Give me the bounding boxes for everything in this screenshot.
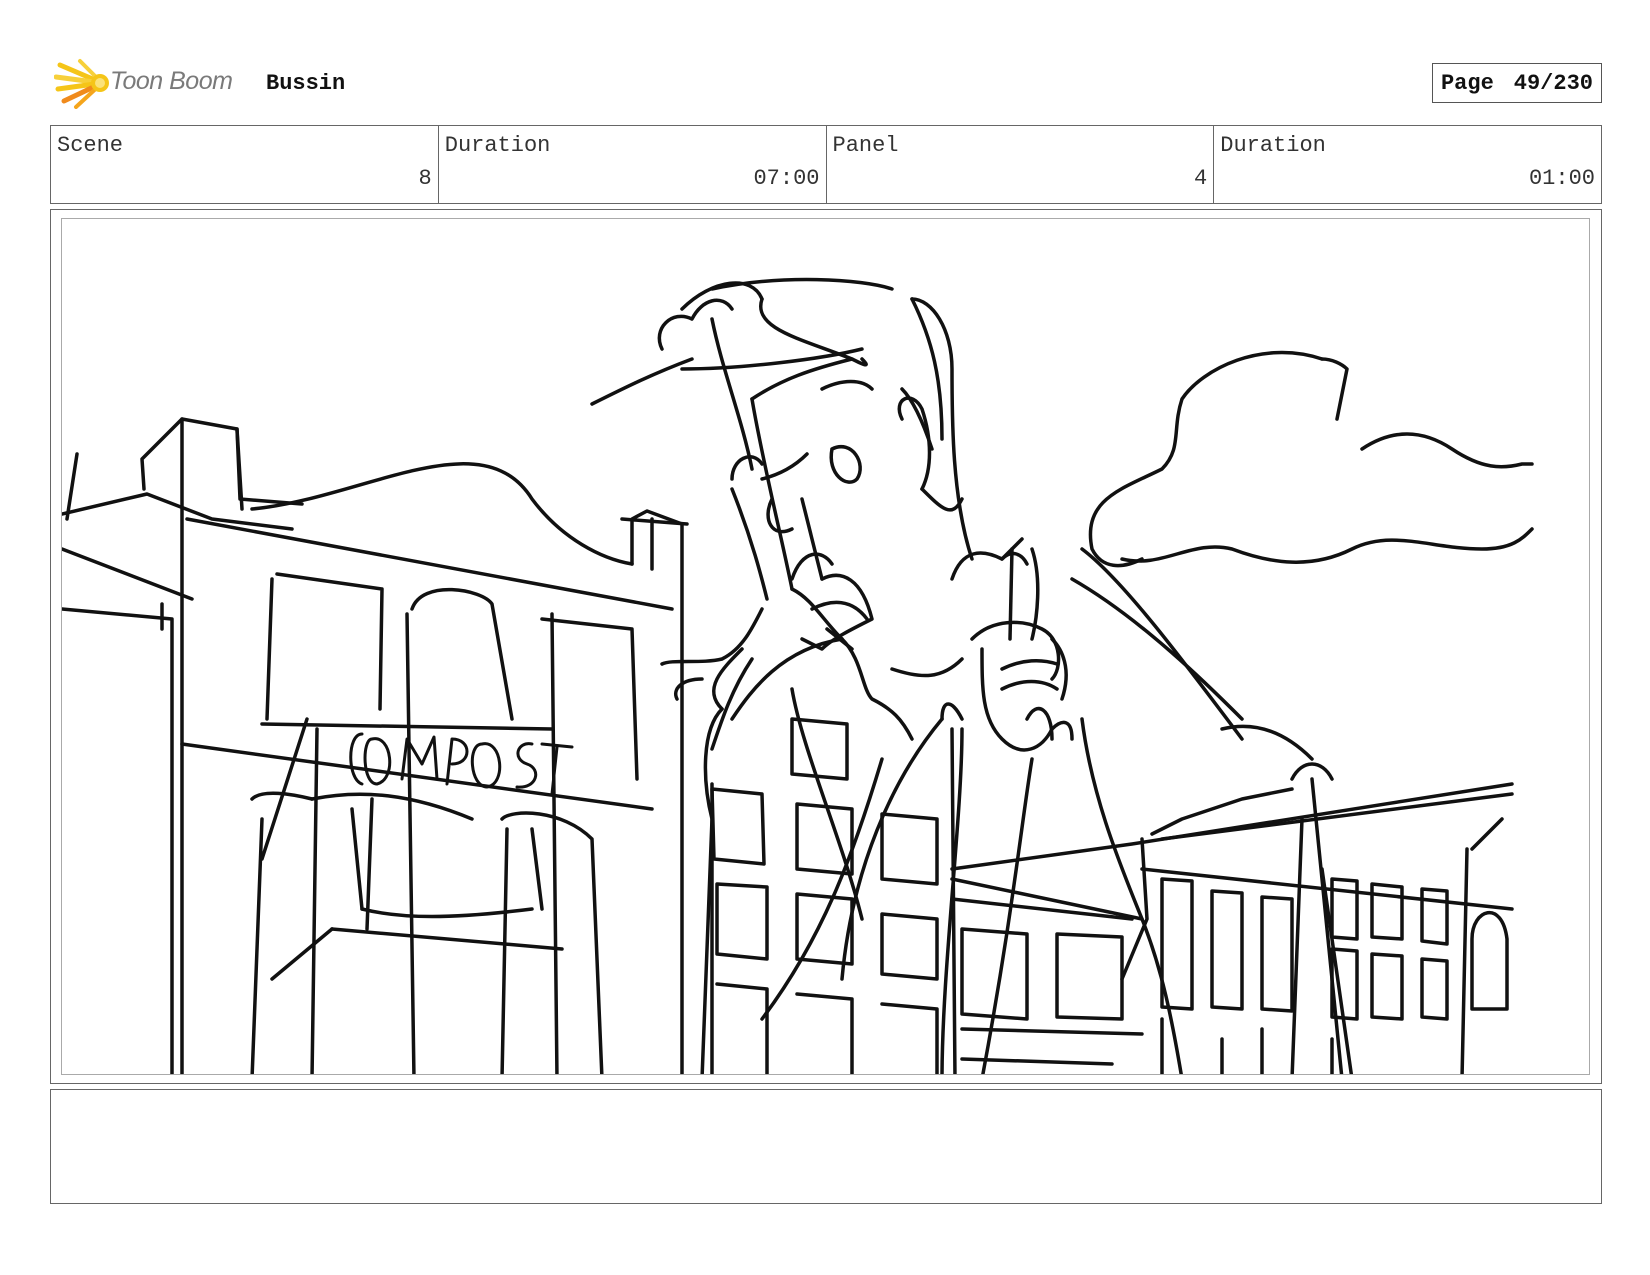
panel-image	[61, 218, 1590, 1075]
panel-duration-value: 01:00	[1528, 166, 1595, 191]
panel-label: Panel	[832, 133, 899, 158]
panel-duration-cell: Duration 01:00	[1214, 126, 1601, 203]
project-title: Bussin	[266, 71, 346, 96]
logo-wordmark: Toon Boom	[110, 67, 233, 95]
storyboard-header: Toon Boom Bussin Page 49/230	[50, 55, 1602, 115]
scene-duration-value: 07:00	[753, 166, 820, 191]
panel-info-row: Scene 8 Duration 07:00 Panel 4 Duration …	[50, 125, 1602, 204]
scene-value: 8	[418, 166, 432, 191]
panel-value: 4	[1194, 166, 1208, 191]
scene-label: Scene	[57, 133, 124, 158]
toon-boom-logo: Toon Boom	[54, 57, 254, 109]
scene-duration-label: Duration	[444, 133, 551, 158]
panel-cell: Panel 4	[827, 126, 1215, 203]
scene-cell: Scene 8	[51, 126, 439, 203]
panel-notes-box	[50, 1089, 1602, 1204]
page-label: Page	[1440, 70, 1494, 96]
right-buildings-sketch	[950, 724, 1514, 1074]
panel-duration-label: Duration	[1220, 133, 1326, 158]
page-number: 49/230	[1513, 70, 1593, 96]
storyboard-sketch	[62, 277, 1534, 1074]
toon-boom-starburst-icon	[54, 59, 109, 109]
scene-duration-cell: Duration 07:00	[439, 126, 827, 203]
panel-frame	[50, 209, 1602, 1084]
left-building-sketch	[62, 417, 689, 1074]
character-sketch	[590, 277, 1244, 1074]
cloud-sketch	[1088, 350, 1534, 568]
page-indicator: Page 49/230	[1431, 63, 1602, 103]
compost-sign-sketch	[349, 732, 574, 796]
